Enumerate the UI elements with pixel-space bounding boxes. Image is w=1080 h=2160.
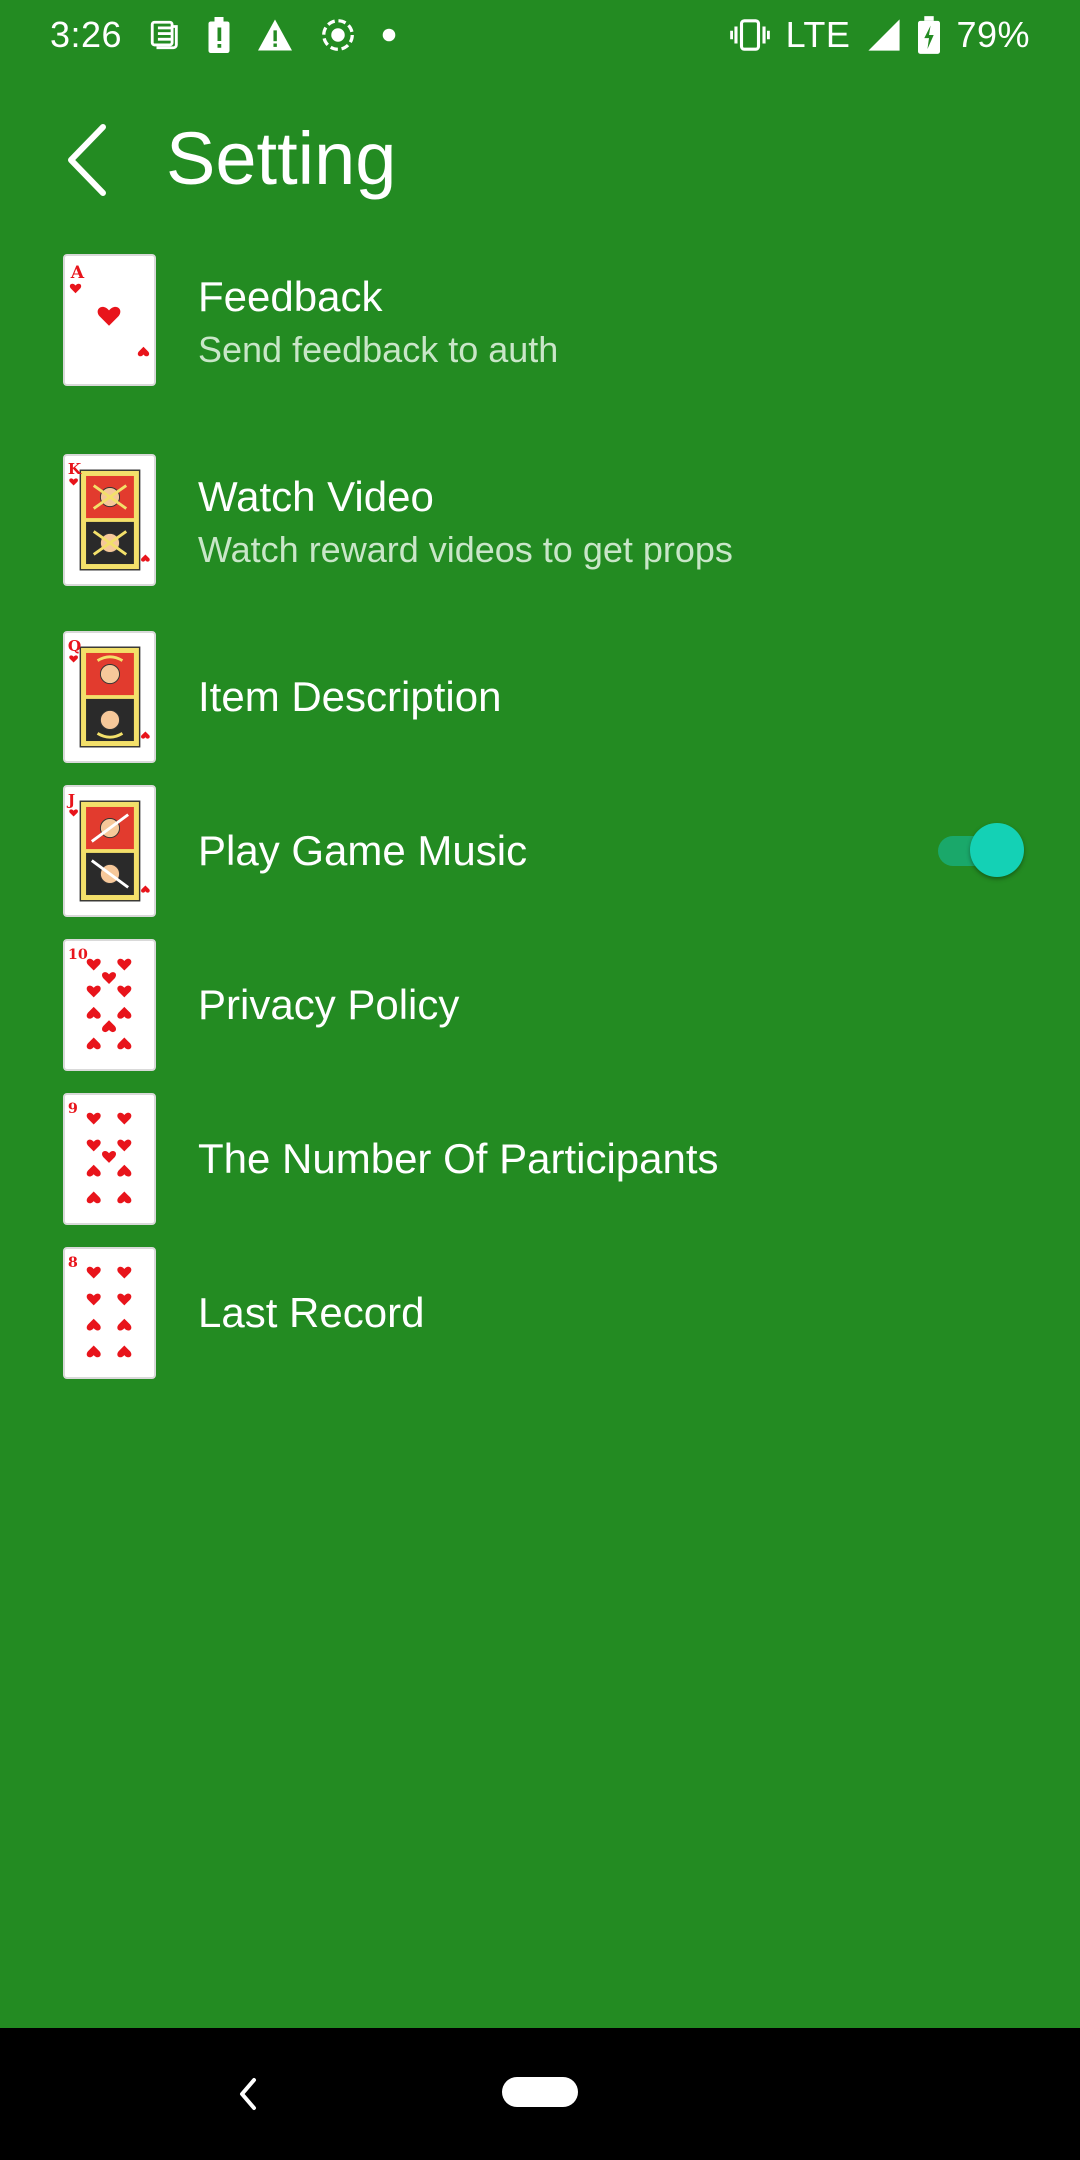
signal-icon — [866, 18, 902, 52]
setting-item-play-game-music[interactable]: J Play Game Music — [0, 784, 1080, 920]
app-header: Setting — [0, 100, 1080, 220]
jack-of-hearts-icon: J — [63, 785, 156, 917]
eight-of-hearts-icon: 8 — [63, 1247, 156, 1379]
setting-title: Last Record — [198, 1289, 425, 1336]
card-rank: K — [68, 460, 82, 478]
setting-item-privacy-policy[interactable]: 10 Privacy Policy — [0, 938, 1080, 1074]
screen-record-icon — [320, 17, 356, 53]
news-icon — [148, 18, 182, 52]
battery-charging-icon — [918, 16, 941, 54]
ace-of-hearts-icon: A — [63, 254, 156, 386]
status-time: 3:26 — [50, 14, 123, 55]
card-rank: 8 — [68, 1255, 78, 1271]
ten-of-hearts-icon: 10 — [63, 939, 156, 1071]
music-toggle[interactable] — [938, 818, 1026, 882]
back-button[interactable] — [56, 118, 116, 202]
setting-item-last-record[interactable]: 8 Last Record — [0, 1246, 1080, 1382]
card-rank: Q — [68, 637, 81, 655]
home-pill-icon[interactable] — [502, 2077, 578, 2107]
chevron-left-icon — [68, 124, 106, 196]
setting-subtitle: Watch reward videos to get props — [198, 529, 733, 570]
setting-title: Item Description — [198, 673, 502, 720]
network-type: LTE — [785, 14, 851, 55]
battery-percent: 79% — [956, 14, 1030, 55]
setting-title: The Number Of Participants — [198, 1135, 719, 1182]
setting-title: Play Game Music — [198, 827, 528, 874]
queen-of-hearts-icon: Q — [63, 631, 156, 763]
warning-icon — [256, 18, 294, 52]
setting-item-item-description[interactable]: Q Item Description — [0, 630, 1080, 766]
nav-back-button[interactable] — [218, 2064, 278, 2124]
status-left: 3:26 — [50, 14, 396, 56]
setting-item-feedback[interactable]: A Feedback Send feedback to auth — [0, 252, 1080, 392]
setting-title: Feedback — [198, 273, 383, 320]
king-of-hearts-icon: K — [63, 454, 156, 586]
system-nav-bar — [0, 2028, 1080, 2160]
setting-title: Watch Video — [198, 473, 434, 520]
card-rank: A — [70, 263, 85, 283]
toggle-thumb — [970, 823, 1024, 877]
nav-back-icon — [240, 2078, 256, 2110]
card-rank: 10 — [68, 947, 88, 963]
status-bar: 3:26 LTE 79% — [0, 0, 1080, 70]
battery-alert-icon — [208, 17, 230, 53]
page-title: Setting — [166, 117, 397, 200]
setting-title: Privacy Policy — [198, 981, 460, 1028]
card-rank: 9 — [68, 1101, 78, 1117]
card-rank: J — [66, 791, 75, 809]
vibrate-icon — [729, 18, 770, 52]
setting-subtitle: Send feedback to auth — [198, 329, 559, 370]
setting-item-number-of-participants[interactable]: 9 The Number Of Participants — [0, 1092, 1080, 1228]
dot-icon — [382, 28, 396, 42]
status-right: LTE 79% — [729, 14, 1030, 56]
setting-item-watch-video[interactable]: K Watch Video Watch reward videos to get… — [0, 452, 1080, 592]
nine-of-hearts-icon: 9 — [63, 1093, 156, 1225]
